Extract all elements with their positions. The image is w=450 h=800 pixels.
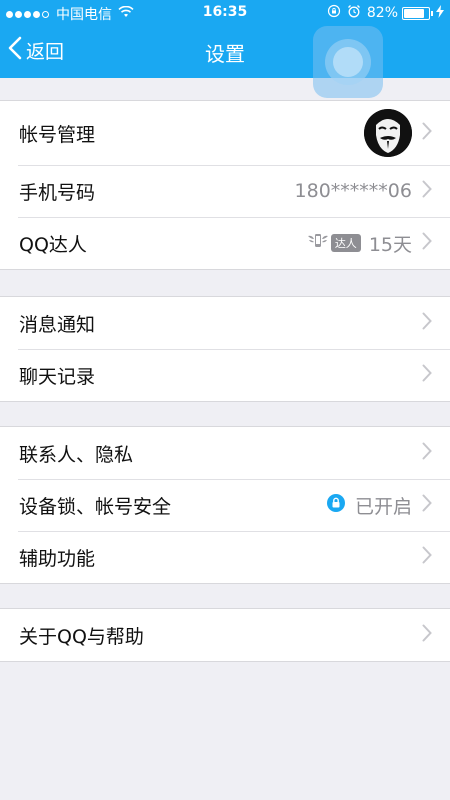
- status-bar: 中国电信 16:35 82%: [0, 0, 450, 26]
- row-accessory: [412, 442, 432, 464]
- battery-icon: [402, 6, 430, 20]
- row-device-lock-security[interactable]: 设备锁、帐号安全 已开启: [0, 479, 450, 531]
- chevron-right-icon: [422, 364, 432, 386]
- row-accessory: 达人 15天: [307, 230, 432, 257]
- assistive-touch-button[interactable]: [313, 26, 383, 98]
- settings-group-account: 帐号管理 手机号码 180******06 QQ达人 达人 15天: [0, 100, 450, 270]
- device-lock-status: 已开启: [354, 495, 412, 518]
- alarm-icon: [347, 4, 361, 22]
- row-label: 消息通知: [19, 313, 96, 336]
- row-about-help[interactable]: 关于QQ与帮助: [0, 609, 450, 661]
- row-label: 设备锁、帐号安全: [19, 495, 172, 518]
- chevron-right-icon: [422, 180, 432, 202]
- chevron-right-icon: [422, 624, 432, 646]
- settings-group-about: 关于QQ与帮助: [0, 608, 450, 662]
- assistive-touch-core: [333, 47, 363, 77]
- row-qq-expert[interactable]: QQ达人 达人 15天: [0, 217, 450, 269]
- orientation-lock-icon: [327, 4, 341, 22]
- row-label: 辅助功能: [19, 547, 96, 570]
- row-accessibility[interactable]: 辅助功能: [0, 531, 450, 583]
- chevron-right-icon: [422, 312, 432, 334]
- row-contacts-privacy[interactable]: 联系人、隐私: [0, 427, 450, 479]
- expert-days-value: 15天: [368, 233, 412, 256]
- row-label: 帐号管理: [19, 123, 96, 146]
- row-message-notifications[interactable]: 消息通知: [0, 297, 450, 349]
- row-label: 聊天记录: [19, 365, 96, 388]
- row-accessory: [412, 624, 432, 646]
- row-accessory: [364, 109, 432, 157]
- row-accessory: [412, 546, 432, 568]
- row-account-management[interactable]: 帐号管理: [0, 101, 450, 165]
- row-label: 联系人、隐私: [19, 443, 134, 466]
- avatar: [364, 109, 412, 157]
- chevron-right-icon: [422, 494, 432, 516]
- row-accessory: 180******06: [295, 180, 432, 202]
- settings-group-privacy: 联系人、隐私 设备锁、帐号安全 已开启 辅助功能: [0, 426, 450, 584]
- row-accessory: 已开启: [326, 492, 432, 519]
- chevron-right-icon: [422, 232, 432, 254]
- row-phone-number[interactable]: 手机号码 180******06: [0, 165, 450, 217]
- phone-number-value: 180******06: [294, 180, 412, 202]
- charging-bolt-icon: [436, 4, 444, 22]
- row-chat-history[interactable]: 聊天记录: [0, 349, 450, 401]
- status-right: 82%: [327, 4, 444, 22]
- expert-badge-label: 达人: [330, 234, 361, 252]
- battery-tip: [431, 10, 433, 16]
- expert-badge: 达人: [307, 232, 361, 254]
- chevron-right-icon: [422, 122, 432, 144]
- battery-fill: [404, 8, 424, 18]
- navigation-bar: 返回 设置: [0, 26, 450, 98]
- settings-group-messages: 消息通知 聊天记录: [0, 296, 450, 402]
- battery-percent: 82%: [366, 5, 398, 21]
- row-accessory: [412, 312, 432, 334]
- chevron-right-icon: [422, 442, 432, 464]
- winged-phone-icon: [307, 232, 329, 254]
- row-label: 手机号码: [19, 181, 96, 204]
- row-accessory: [412, 364, 432, 386]
- row-label: QQ达人: [19, 233, 87, 256]
- lock-icon: [326, 494, 345, 516]
- chevron-right-icon: [422, 546, 432, 568]
- row-label: 关于QQ与帮助: [19, 625, 144, 648]
